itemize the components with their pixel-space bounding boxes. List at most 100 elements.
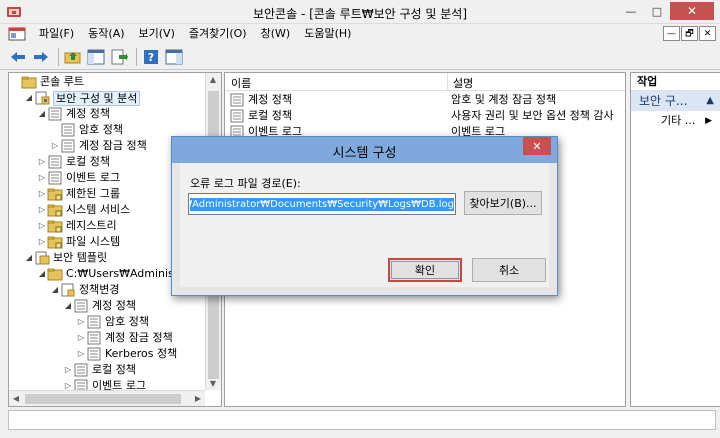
scroll-thumb[interactable]	[25, 394, 181, 404]
expanded-arrow-icon[interactable]: ◢	[24, 250, 34, 266]
menu-action[interactable]: 동작(A)	[81, 24, 131, 44]
more-actions-item[interactable]: 기타 ... ▶	[631, 111, 720, 131]
collapsed-arrow-icon[interactable]: ▷	[37, 154, 47, 170]
policy-list-icon	[230, 109, 244, 123]
dialog-title-bar[interactable]: 시스템 구성 ✕	[172, 137, 557, 163]
list-item[interactable]: 계정 정책 암호 및 계정 잠금 정책	[225, 92, 625, 108]
title-bar: 보안콘솔 - [콘솔 루트₩보안 구성 및 분석] — □ ✕	[0, 0, 720, 24]
mmc-icon[interactable]	[8, 27, 26, 41]
scroll-down-arrow-icon[interactable]: ▼	[206, 379, 220, 388]
collapsed-arrow-icon[interactable]: ▷	[63, 362, 73, 378]
tree-item-label: 로컬 정책	[92, 363, 136, 376]
collapsed-arrow-icon[interactable]: ▷	[76, 346, 86, 362]
expanded-arrow-icon[interactable]: ◢	[24, 90, 34, 106]
tree-item[interactable]: ▷ 이벤트 로그	[37, 170, 120, 186]
scroll-left-arrow-icon[interactable]: ◀	[9, 394, 23, 403]
collapsed-arrow-icon[interactable]: ▷	[37, 186, 47, 202]
collapsed-arrow-icon[interactable]: ▷	[76, 330, 86, 346]
tree-item[interactable]: ◢ 보안 템플릿	[24, 250, 107, 266]
policy-list-icon	[48, 171, 62, 185]
export-list-button[interactable]	[109, 47, 129, 67]
collapsed-arrow-icon[interactable]: ▷	[37, 218, 47, 234]
column-description-header[interactable]: 설명	[453, 75, 473, 91]
folder-lock-icon	[47, 204, 63, 217]
help-icon: ?	[144, 49, 158, 64]
tree-horizontal-scrollbar[interactable]: ◀ ▶	[9, 390, 205, 406]
tree-item[interactable]: 콘솔 루트	[11, 74, 84, 90]
expanded-arrow-icon[interactable]: ◢	[37, 266, 47, 282]
mdi-minimize-button[interactable]: —	[663, 26, 680, 41]
column-name-header[interactable]: 이름	[231, 75, 251, 91]
tree-item-label: 암호 정책	[79, 123, 123, 136]
tree-item-label: 계정 정책	[92, 299, 136, 312]
tree-item-label: 로컬 정책	[66, 155, 110, 168]
menu-help[interactable]: 도움말(H)	[297, 24, 358, 44]
tree-item[interactable]: ◢ 계정 정책	[37, 106, 110, 122]
collapse-arrow-icon[interactable]: ▲	[706, 91, 714, 111]
cancel-button[interactable]: 취소	[472, 258, 546, 282]
collapsed-arrow-icon[interactable]: ▷	[37, 234, 47, 250]
ok-button[interactable]: 확인	[388, 258, 462, 282]
tree-item[interactable]: ◢ 보안 구성 및 분석	[24, 90, 141, 106]
mdi-restore-button[interactable]: 🗗	[681, 26, 698, 41]
help-button[interactable]: ?	[141, 47, 161, 67]
scroll-up-arrow-icon[interactable]: ▲	[206, 75, 220, 84]
browse-button[interactable]: 찾아보기(B)...	[464, 191, 542, 215]
action-section-header[interactable]: 보안 구... ▲	[631, 91, 720, 111]
list-item[interactable]: 로컬 정책 사용자 권리 및 보안 옵션 정책 감사	[225, 108, 625, 124]
list-item-description: 암호 및 계정 잠금 정책	[451, 93, 557, 106]
menu-view[interactable]: 보기(V)	[132, 24, 182, 44]
scroll-right-arrow-icon[interactable]: ▶	[191, 394, 205, 403]
mdi-close-button[interactable]: ✕	[699, 26, 716, 41]
action-section-label: 보안 구...	[639, 94, 688, 108]
tree-item[interactable]: ▷ 제한된 그룹	[37, 186, 120, 202]
error-log-path-value: C:₩Users₩Administrator₩Documents₩Securit…	[190, 197, 454, 211]
collapsed-arrow-icon[interactable]: ▷	[37, 202, 47, 218]
menu-file[interactable]: 파일(F)	[32, 24, 81, 44]
window-title: 보안콘솔 - [콘솔 루트₩보안 구성 및 분석]	[252, 7, 468, 21]
tree-item-label: 시스템 서비스	[66, 203, 131, 216]
up-one-level-button[interactable]	[63, 47, 83, 67]
action-pane-icon	[165, 49, 183, 64]
expanded-arrow-icon[interactable]: ◢	[37, 106, 47, 122]
maximize-button[interactable]: □	[644, 2, 670, 20]
collapsed-arrow-icon[interactable]: ▷	[37, 170, 47, 186]
tree-item[interactable]: ▷ 시스템 서비스	[37, 202, 130, 218]
forward-button[interactable]	[31, 47, 51, 67]
dialog-close-button[interactable]: ✕	[523, 137, 551, 155]
tree-item[interactable]: ▷ 계정 잠금 정책	[76, 330, 173, 346]
tree-item[interactable]: ▷ 로컬 정책	[37, 154, 110, 170]
expanded-arrow-icon[interactable]: ◢	[50, 282, 60, 298]
show-hide-tree-button[interactable]	[86, 47, 106, 67]
folder-icon	[21, 76, 37, 89]
policy-list-icon	[87, 347, 101, 361]
menu-favorites[interactable]: 즐겨찾기(O)	[182, 24, 254, 44]
tree-item[interactable]: ▷ 로컬 정책	[63, 362, 136, 378]
policy-list-icon	[74, 299, 88, 313]
tree-item[interactable]: 암호 정책	[50, 122, 123, 138]
policy-folder-icon	[48, 107, 62, 121]
tree-item[interactable]: ◢ 정책변경	[50, 282, 119, 298]
tree-item[interactable]: ▷ Kerberos 정책	[76, 346, 177, 362]
tree-item[interactable]: ◢ 계정 정책	[63, 298, 136, 314]
tree-item[interactable]: ▷ 파일 시스템	[37, 234, 120, 250]
expanded-arrow-icon[interactable]: ◢	[63, 298, 73, 314]
tree-item[interactable]: ▷ 계정 잠금 정책	[50, 138, 147, 154]
tree-item[interactable]: ▷ 암호 정책	[76, 314, 149, 330]
toolbar-separator	[136, 47, 137, 66]
column-divider[interactable]	[447, 73, 448, 91]
folder-up-icon	[64, 51, 81, 63]
show-hide-action-pane-button[interactable]	[164, 47, 184, 67]
tree-item[interactable]: ▷ 레지스트리	[37, 218, 117, 234]
back-arrow-icon	[11, 51, 25, 62]
minimize-button[interactable]: —	[618, 2, 644, 20]
back-button[interactable]	[8, 47, 28, 67]
tree-item-label: 암호 정책	[105, 315, 149, 328]
close-button[interactable]: ✕	[670, 2, 714, 20]
menu-window[interactable]: 창(W)	[254, 24, 298, 44]
dialog-title: 시스템 구성	[332, 146, 397, 161]
collapsed-arrow-icon[interactable]: ▷	[76, 314, 86, 330]
collapsed-arrow-icon[interactable]: ▷	[50, 138, 60, 154]
tree-item-label: Kerberos 정책	[105, 347, 178, 360]
error-log-path-input[interactable]: C:₩Users₩Administrator₩Documents₩Securit…	[188, 193, 456, 215]
